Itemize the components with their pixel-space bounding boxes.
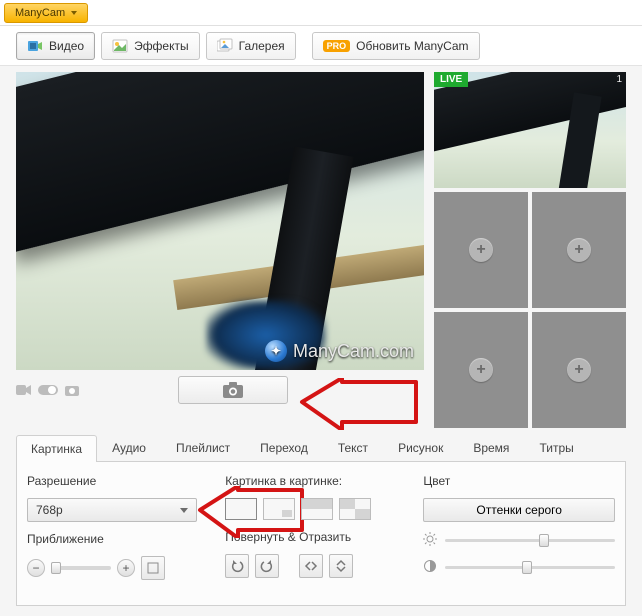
pip-layout-none[interactable] (225, 498, 257, 520)
source-slot-4[interactable]: + (434, 312, 528, 428)
source-slot-5[interactable]: + (532, 312, 626, 428)
resolution-label: Разрешение (27, 474, 201, 488)
pip-layout-small[interactable] (263, 498, 295, 520)
chevron-down-icon (180, 508, 188, 513)
plus-icon: + (567, 358, 591, 382)
plus-icon: + (469, 238, 493, 262)
brightness-icon (423, 532, 437, 549)
watermark-text: ManyCam.com (293, 341, 414, 362)
tab-video-label: Видео (49, 39, 84, 53)
brightness-slider[interactable] (445, 539, 615, 542)
source-slots: LIVE 1 + + + + (434, 72, 626, 428)
zoom-label: Приближение (27, 532, 201, 546)
resolution-dropdown[interactable]: 768p (27, 498, 197, 522)
pip-layout-quad[interactable] (339, 498, 371, 520)
settings-col-pip: Картинка в картинке: Повернуть & Отразит… (225, 474, 399, 593)
title-bar: ManyCam (0, 0, 642, 26)
recording-indicators (16, 383, 80, 397)
settings-tab-audio[interactable]: Аудио (97, 434, 161, 461)
zoom-slider[interactable] (51, 566, 111, 570)
contrast-slider[interactable] (445, 566, 615, 569)
tab-effects-label: Эффекты (134, 39, 189, 53)
settings-col-color: Цвет Оттенки серого (423, 474, 615, 593)
main-tabs: Видео Эффекты Галерея PRO Обновить ManyC… (0, 26, 642, 66)
flip-h-icon (304, 559, 318, 573)
settings-tab-text[interactable]: Текст (323, 434, 383, 461)
pip-layout-split-h[interactable] (301, 498, 333, 520)
pro-badge: PRO (323, 40, 351, 52)
capture-controls (16, 370, 424, 410)
settings-tab-time[interactable]: Время (458, 434, 524, 461)
app-menu-label: ManyCam (15, 7, 65, 19)
camera-icon (222, 381, 244, 399)
contrast-slider-row (423, 559, 615, 576)
effects-icon (112, 38, 128, 54)
crop-icon (146, 561, 160, 575)
resolution-value: 768p (36, 503, 63, 517)
camera-small-icon (64, 383, 80, 397)
settings-tab-transition[interactable]: Переход (245, 434, 323, 461)
settings-tab-titles[interactable]: Титры (524, 434, 588, 461)
flip-vertical-button[interactable] (329, 554, 353, 578)
source-slot-3[interactable]: + (532, 192, 626, 308)
rotate-left-button[interactable] (225, 554, 249, 578)
plus-icon: + (469, 358, 493, 382)
flip-horizontal-button[interactable] (299, 554, 323, 578)
rotate-flip-controls (225, 554, 399, 578)
source-slot-1[interactable]: LIVE 1 (434, 72, 626, 188)
preview-column: ✦ ManyCam.com (16, 72, 424, 428)
zoom-reset-button[interactable] (141, 556, 165, 580)
settings-panel: Разрешение 768p Приближение − + Картинка… (16, 462, 626, 606)
rotate-left-icon (230, 559, 244, 573)
live-badge: LIVE (434, 72, 468, 87)
settings-tabs: Картинка Аудио Плейлист Переход Текст Ри… (16, 434, 626, 462)
manycam-logo-icon: ✦ (265, 340, 287, 362)
chevron-down-icon (71, 11, 77, 15)
source-slot-2[interactable]: + (434, 192, 528, 308)
plus-icon: + (567, 238, 591, 262)
color-label: Цвет (423, 474, 615, 488)
gallery-icon (217, 38, 233, 54)
zoom-controls: − + (27, 556, 201, 580)
tab-effects[interactable]: Эффекты (101, 32, 200, 60)
pip-label: Картинка в картинке: (225, 474, 399, 488)
pip-layout-options (225, 498, 399, 520)
flip-v-icon (334, 559, 348, 573)
tab-upgrade[interactable]: PRO Обновить ManyCam (312, 32, 480, 60)
video-preview[interactable]: ✦ ManyCam.com (16, 72, 424, 370)
settings-col-resolution: Разрешение 768p Приближение − + (27, 474, 201, 593)
workspace: ✦ ManyCam.com LIVE 1 + + + + (0, 66, 642, 428)
tab-video[interactable]: Видео (16, 32, 95, 60)
toggle-icon (38, 384, 58, 396)
grayscale-button[interactable]: Оттенки серого (423, 498, 615, 522)
watermark: ✦ ManyCam.com (265, 340, 414, 362)
app-menu-button[interactable]: ManyCam (4, 3, 88, 23)
rotate-right-icon (260, 559, 274, 573)
record-video-icon (16, 383, 32, 397)
contrast-icon (423, 559, 437, 576)
rotate-label: Повернуть & Отразить (225, 530, 399, 544)
zoom-out-button[interactable]: − (27, 559, 45, 577)
tab-gallery-label: Галерея (239, 39, 285, 53)
tab-gallery[interactable]: Галерея (206, 32, 296, 60)
brightness-slider-row (423, 532, 615, 549)
zoom-in-button[interactable]: + (117, 559, 135, 577)
slot-number: 1 (616, 74, 622, 85)
settings-tab-playlist[interactable]: Плейлист (161, 434, 245, 461)
rotate-right-button[interactable] (255, 554, 279, 578)
video-icon (27, 38, 43, 54)
settings-tab-draw[interactable]: Рисунок (383, 434, 458, 461)
tab-upgrade-label: Обновить ManyCam (356, 39, 468, 53)
settings-tab-picture[interactable]: Картинка (16, 435, 97, 462)
snapshot-button[interactable] (178, 376, 288, 404)
